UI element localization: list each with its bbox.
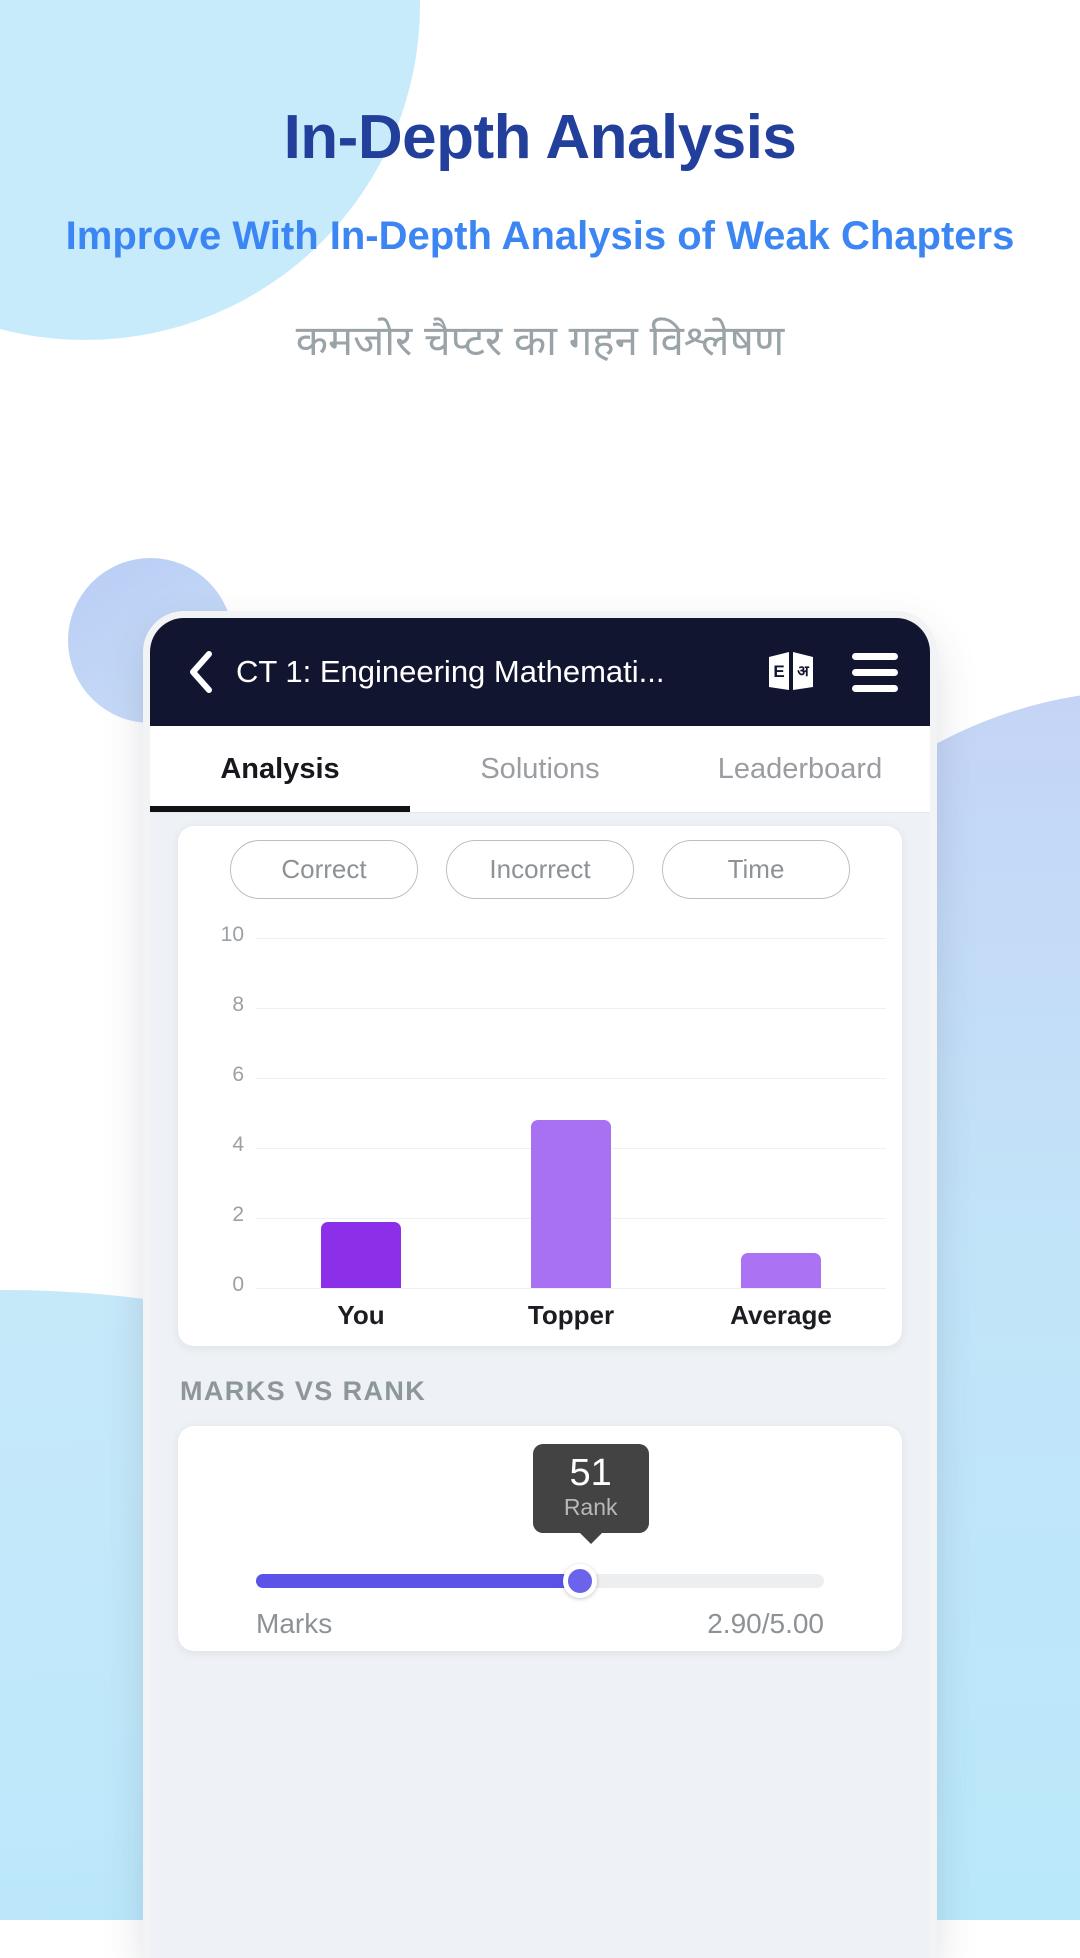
- chevron-left-icon: [190, 651, 212, 693]
- rank-tooltip: 51 Rank: [532, 1444, 649, 1546]
- chip-time[interactable]: Time: [662, 840, 850, 899]
- hamburger-menu-button[interactable]: [844, 644, 906, 700]
- app-bar-title: CT 1: Engineering Mathemati...: [236, 654, 665, 689]
- hamburger-bar-3: [852, 684, 898, 692]
- marks-vs-rank-heading: MARKS VS RANK: [180, 1376, 427, 1406]
- chart-bars: [256, 938, 886, 1288]
- marks-value: 2.90/5.00: [707, 1608, 824, 1639]
- tab-analysis[interactable]: Analysis: [150, 726, 410, 812]
- y-tick-2: 2: [232, 1203, 244, 1226]
- analysis-chart-card: Correct Incorrect Time 10 8 6 4 2 0 You …: [178, 826, 902, 1346]
- y-tick-8: 8: [232, 993, 244, 1016]
- bar-column-you: [256, 938, 466, 1288]
- tab-analysis-label: Analysis: [220, 752, 340, 785]
- filter-chip-row: Correct Incorrect Time: [178, 826, 902, 899]
- tab-solutions-label: Solutions: [480, 752, 600, 785]
- tab-bar: Analysis Solutions Leaderboard: [150, 726, 930, 812]
- chip-correct[interactable]: Correct: [230, 840, 418, 899]
- marks-slider-knob[interactable]: [562, 1564, 597, 1598]
- y-tick-10: 10: [220, 923, 244, 946]
- x-label-average: Average: [730, 1300, 832, 1330]
- x-label-topper: Topper: [527, 1300, 615, 1330]
- tab-leaderboard-label: Leaderboard: [717, 752, 883, 785]
- rank-tooltip-value: 51: [569, 1452, 612, 1494]
- svg-text:E: E: [773, 662, 784, 681]
- marks-label: Marks: [256, 1608, 333, 1639]
- x-label-you: You: [337, 1300, 385, 1330]
- tab-leaderboard[interactable]: Leaderboard: [670, 726, 930, 812]
- language-toggle-button[interactable]: E अ: [760, 644, 822, 700]
- hamburger-bar-2: [852, 668, 898, 676]
- gridline-0: 0: [232, 1273, 886, 1296]
- hindi-caption: कमजोर चैप्टर का गहन विश्लेषण: [295, 316, 785, 364]
- chip-incorrect[interactable]: Incorrect: [446, 840, 634, 899]
- marks-slider-fill: [256, 1574, 580, 1588]
- bar-chart: 10 8 6 4 2 0 You Topper Average: [178, 922, 902, 1346]
- bar-column-average: [676, 938, 886, 1288]
- tab-solutions[interactable]: Solutions: [410, 726, 670, 812]
- y-tick-0: 0: [232, 1273, 244, 1296]
- marks-vs-rank-card: 51 Rank Marks 2.90/5.00: [178, 1426, 902, 1651]
- hamburger-bar-1: [852, 652, 898, 660]
- hero-text-block: In-Depth Analysis Improve With In-Depth …: [0, 0, 1080, 367]
- bar-topper[interactable]: [531, 1120, 611, 1288]
- y-tick-4: 4: [232, 1133, 244, 1156]
- language-book-icon: E अ: [769, 652, 813, 690]
- svg-text:अ: अ: [797, 663, 809, 680]
- marks-slider[interactable]: [256, 1564, 824, 1598]
- bar-average[interactable]: [741, 1253, 821, 1288]
- marks-row: Marks 2.90/5.00: [256, 1608, 824, 1640]
- app-bar: CT 1: Engineering Mathemati... E अ: [150, 618, 930, 726]
- back-button[interactable]: [174, 646, 226, 698]
- phone-mockup: CT 1: Engineering Mathemati... E अ Analy…: [150, 618, 930, 1958]
- phone-screen: CT 1: Engineering Mathemati... E अ Analy…: [150, 618, 930, 1958]
- y-tick-6: 6: [232, 1063, 244, 1086]
- bar-you[interactable]: [321, 1221, 401, 1288]
- bar-column-topper: [466, 938, 676, 1288]
- page-title: In-Depth Analysis: [283, 103, 797, 172]
- chart-x-axis-labels: You Topper Average: [256, 1300, 886, 1331]
- rank-tooltip-label: Rank: [563, 1493, 618, 1520]
- page-subtitle: Improve With In-Depth Analysis of Weak C…: [65, 214, 1015, 259]
